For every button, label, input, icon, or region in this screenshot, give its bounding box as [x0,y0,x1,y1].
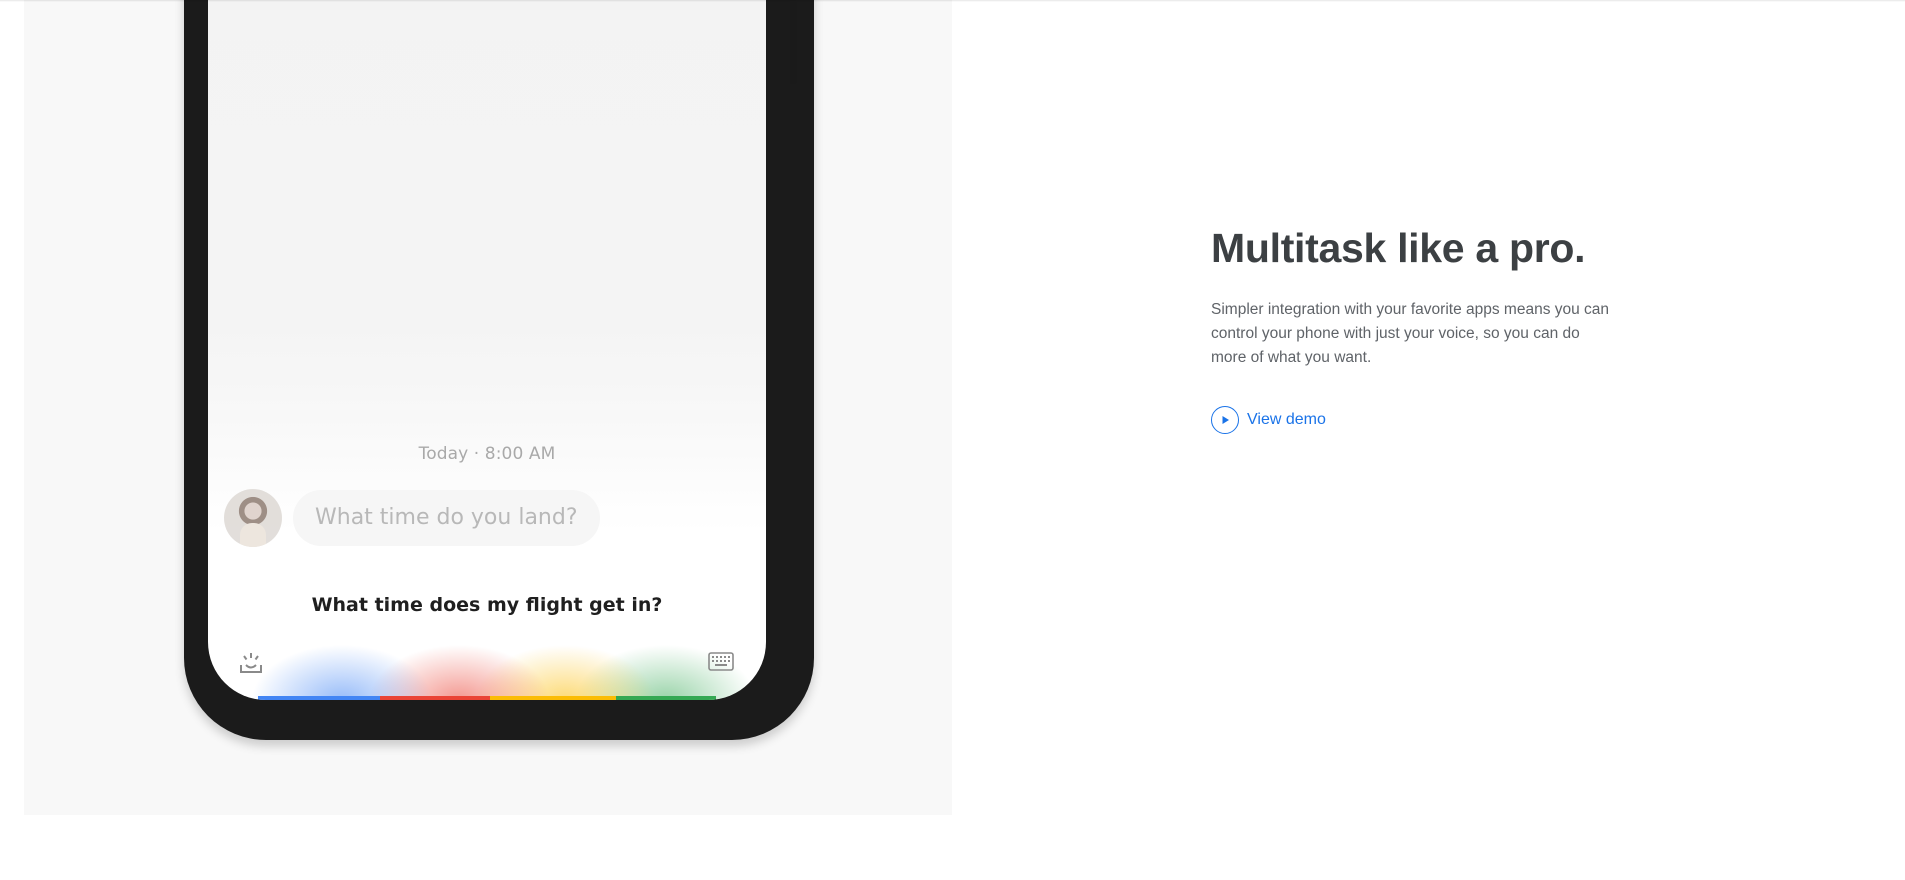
feature-copy: Multitask like a pro. Simpler integratio… [1211,225,1621,434]
message-timestamp: Today · 8:00 AM [418,444,556,464]
feature-description: Simpler integration with your favorite a… [1211,301,1610,366]
header-shadow [0,0,1905,2]
assistant-bar-green [616,696,716,700]
assistant-bar-yellow [490,696,616,700]
contact-avatar [224,489,282,547]
view-demo-link[interactable]: View demo [1211,406,1621,434]
phone-screen: Today · 8:00 AM What time do you land? W… [208,0,766,700]
assistant-bar-blue [258,696,380,700]
view-demo-label: View demo [1247,411,1326,428]
keyboard-icon [707,650,735,674]
feature-media-panel: Today · 8:00 AM What time do you land? W… [24,0,952,815]
feature-title: Multitask like a pro. [1211,225,1586,271]
play-icon [1211,406,1239,434]
assistant-query-text: What time does my flight get in? [311,594,663,616]
assistant-bar-red [380,696,490,700]
lens-icon [237,648,265,676]
phone-side-button [790,0,797,84]
phone-mockup: Today · 8:00 AM What time do you land? W… [184,0,814,740]
assistant-glow [208,630,766,700]
incoming-message-bubble: What time do you land? [293,490,600,546]
